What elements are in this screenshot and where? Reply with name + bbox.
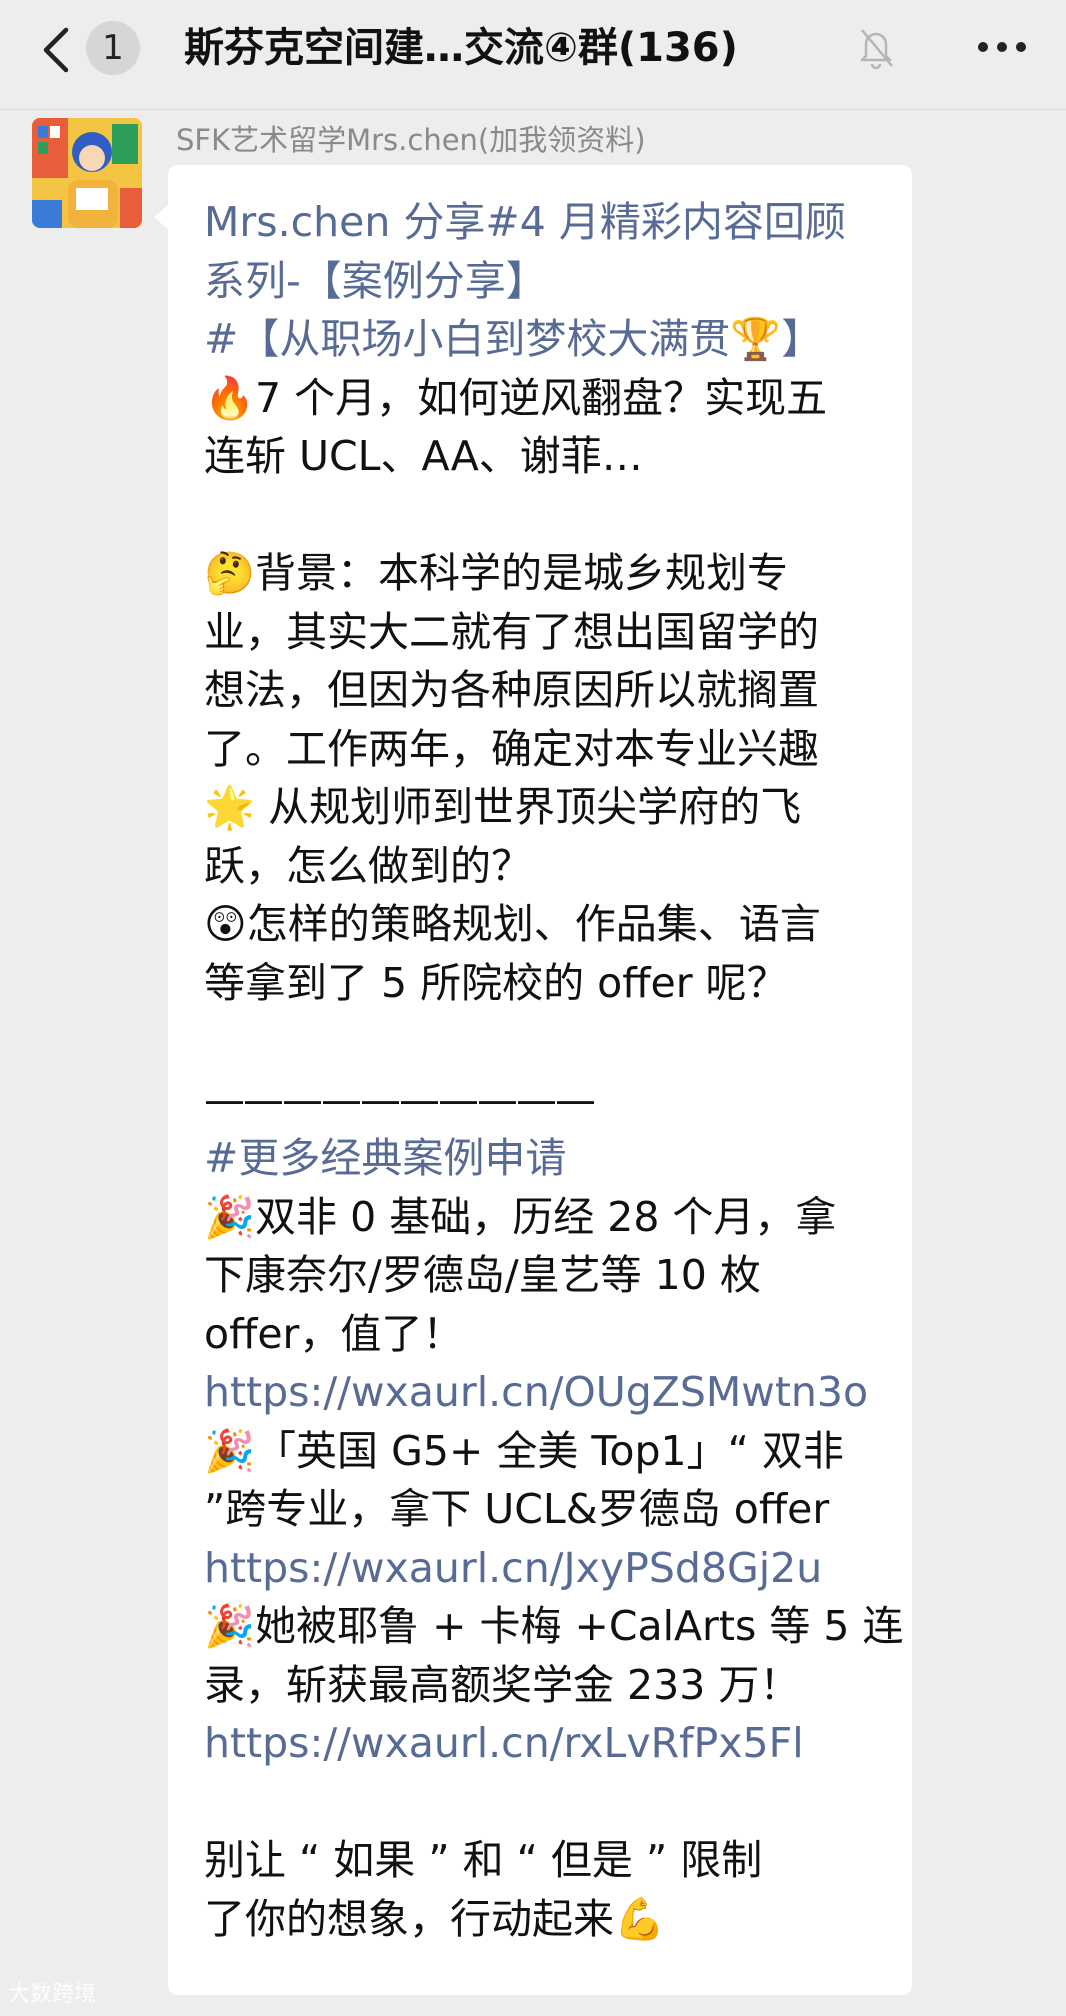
message-line: 业，其实大二就有了想出国留学的 — [204, 607, 819, 656]
chat-title: 斯芬克空间建…交流④群(136) — [184, 25, 738, 71]
url-link[interactable]: https://wxaurl.cn/OUgZSMwtn3o — [204, 1363, 868, 1421]
message-line: offer，值了！ — [204, 1309, 464, 1358]
message-line: 🌟 从规划师到世界顶尖学府的飞 — [204, 783, 802, 831]
watermark: 大数跨境 — [8, 1982, 97, 2007]
message-line: 了。工作两年，确定对本专业兴趣 — [204, 724, 819, 773]
url-link[interactable]: https://wxaurl.cn/JxyPSd8Gj2u — [204, 1539, 822, 1597]
more-dots-icon — [978, 42, 988, 52]
back-button[interactable] — [36, 22, 80, 78]
message-line: 下康奈尔/罗德岛/皇艺等 10 枚 — [204, 1251, 761, 1299]
message-line: 录，斩获最高额奖学金 233 万！ — [204, 1660, 801, 1709]
message-line: ”跨专业，拿下 UCL&罗德岛 offer — [204, 1485, 830, 1533]
more-dots-icon — [1016, 42, 1026, 52]
chevron-left-icon — [43, 27, 69, 73]
message-line: Mrs.chen 分享#4 月精彩内容回顾 — [204, 193, 846, 251]
bell-muted-icon — [856, 24, 896, 70]
hashtag-link[interactable]: #更多经典案例申请 — [204, 1129, 566, 1187]
message-line: 连斩 UCL、AA、谢菲… — [204, 432, 643, 480]
url-link[interactable]: https://wxaurl.cn/rxLvRfPx5Fl — [204, 1714, 804, 1772]
chat-header: 1 斯芬克空间建…交流④群(136) — [0, 0, 1066, 110]
message-line: 😲怎样的策略规划、作品集、语言 — [204, 900, 821, 948]
hashtag-link[interactable]: #4 月精彩内容回顾 — [485, 198, 845, 246]
hashtag-link[interactable]: 系列-【案例分享】 — [204, 252, 547, 310]
message-line: 🎉她被耶鲁 + 卡梅 +CalArts 等 5 连 — [204, 1602, 904, 1650]
message-line: 🎉「英国 G5+ 全美 Top1」“ 双非 — [204, 1426, 844, 1475]
message-line: 🎉双非 0 基础，历经 28 个月，拿 — [204, 1192, 837, 1241]
message-line: 跃，怎么做到的？ — [204, 841, 532, 890]
message-bubble[interactable]: Mrs.chen 分享#4 月精彩内容回顾 系列-【案例分享】 #【从职场小白到梦… — [168, 165, 912, 1995]
more-options-button[interactable] — [972, 26, 1032, 66]
message-line: 🤔背景：本科学的是城乡规划专 — [204, 549, 789, 597]
message-text: Mrs.chen 分享 — [204, 198, 486, 246]
divider-line: —————————— — [204, 1075, 596, 1124]
sender-name: SFK艺术留学Mrs.chen(加我领资料) — [176, 123, 646, 157]
message-line: 了你的想象，行动起来💪 — [204, 1894, 666, 1943]
sender-avatar[interactable] — [32, 118, 142, 228]
message-line: 🔥7 个月，如何逆风翻盘？实现五 — [204, 373, 828, 422]
more-dots-icon — [997, 42, 1007, 52]
message-line: 想法，但因为各种原因所以就搁置 — [204, 666, 819, 714]
unread-count-badge[interactable]: 1 — [86, 21, 140, 75]
hashtag-link[interactable]: #【从职场小白到梦校大满贯🏆】 — [204, 310, 822, 368]
message-line: 等拿到了 5 所院校的 offer 呢？ — [204, 958, 788, 1007]
message-line: 别让 “ 如果 ” 和 “ 但是 ” 限制 — [204, 1836, 763, 1884]
